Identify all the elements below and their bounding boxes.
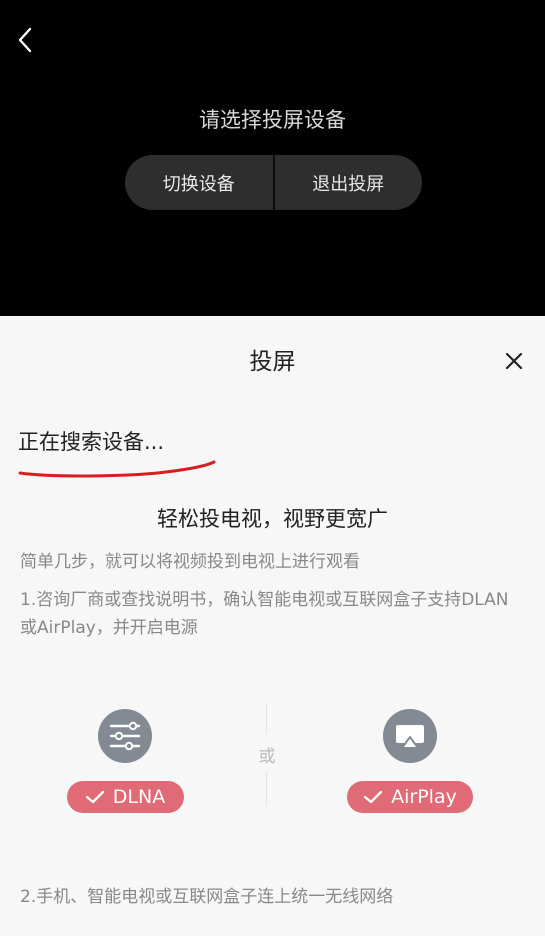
dlna-badge: DLNA bbox=[66, 781, 184, 813]
airplay-label: AirPlay bbox=[391, 786, 457, 808]
airplay-option: AirPlay bbox=[340, 709, 480, 813]
switch-device-button[interactable]: 切换设备 bbox=[125, 155, 273, 210]
airplay-icon bbox=[383, 709, 437, 763]
close-button[interactable] bbox=[500, 347, 528, 375]
dlna-label: DLNA bbox=[112, 786, 166, 808]
video-area: 请选择投屏设备 切换设备 退出投屏 bbox=[0, 0, 545, 316]
dlna-option: DLNA bbox=[55, 709, 195, 813]
back-button[interactable] bbox=[12, 24, 40, 56]
sheet-title: 投屏 bbox=[249, 349, 296, 375]
step-1: 1.咨询厂商或查找说明书，确认智能电视或互联网盒子支持DLAN或AirPlay，… bbox=[20, 590, 509, 638]
cast-controls: 切换设备 退出投屏 bbox=[125, 155, 422, 210]
red-underline-annotation bbox=[18, 460, 216, 478]
check-icon bbox=[85, 790, 105, 804]
search-status: 正在搜索设备... bbox=[18, 430, 165, 454]
separator-top bbox=[266, 704, 267, 734]
dlna-icon bbox=[98, 709, 152, 763]
chevron-left-icon bbox=[18, 27, 32, 53]
subline: 简单几步，就可以将视频投到电视上进行观看 bbox=[20, 552, 360, 572]
check-icon bbox=[363, 790, 383, 804]
separator-bottom bbox=[266, 772, 267, 806]
headline: 轻松投电视，视野更宽广 bbox=[157, 507, 388, 531]
close-icon bbox=[505, 352, 523, 370]
airplay-badge: AirPlay bbox=[347, 781, 473, 813]
cast-prompt: 请选择投屏设备 bbox=[199, 108, 346, 132]
step-2: 2.手机、智能电视或互联网盒子连上统一无线网络 bbox=[20, 887, 394, 907]
exit-cast-button[interactable]: 退出投屏 bbox=[275, 155, 423, 210]
cast-sheet: 投屏 正在搜索设备... 轻松投电视，视野更宽广 简单几步，就可以将视频投到电视… bbox=[0, 316, 545, 936]
or-label: 或 bbox=[258, 747, 276, 767]
